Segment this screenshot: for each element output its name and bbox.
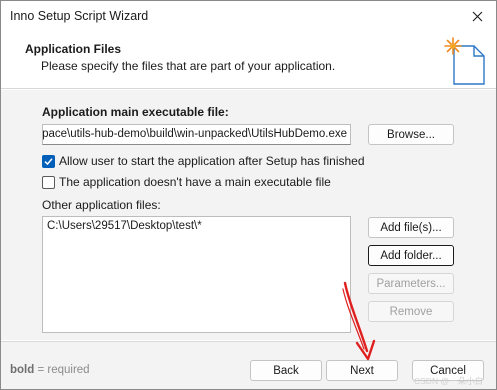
required-legend-bold: bold [10, 364, 35, 376]
window-title: Inno Setup Script Wizard [10, 9, 149, 23]
other-files-label: Other application files: [42, 198, 161, 212]
no-main-exe-checkbox[interactable] [42, 175, 55, 189]
browse-button[interactable]: Browse... [368, 124, 454, 145]
page-subtitle: Please specify the files that are part o… [41, 59, 336, 73]
main-exe-label: Application main executable file: [42, 105, 229, 119]
allow-start-option[interactable]: Allow user to start the application afte… [42, 154, 365, 168]
other-files-list[interactable]: C:\Users\29517\Desktop\test\* [42, 216, 351, 333]
wizard-star-document-icon [444, 37, 485, 85]
page-title: Application Files [25, 42, 122, 56]
no-main-exe-label: The application doesn't have a main exec… [59, 175, 331, 189]
allow-start-label: Allow user to start the application afte… [59, 154, 365, 168]
page-header: Application Files Please specify the fil… [1, 31, 496, 89]
add-folder-button[interactable]: Add folder... [368, 245, 454, 266]
close-icon [472, 11, 482, 21]
close-button[interactable] [466, 5, 488, 27]
wizard-window: Inno Setup Script Wizard Application Fil… [0, 0, 497, 390]
back-button[interactable]: Back [250, 360, 322, 381]
allow-start-checkbox[interactable] [42, 154, 55, 168]
list-item[interactable]: C:\Users\29517\Desktop\test\* [47, 220, 346, 232]
parameters-button[interactable]: Parameters... [368, 273, 454, 294]
required-legend-text: = required [34, 364, 90, 376]
title-bar: Inno Setup Script Wizard [1, 1, 496, 31]
add-files-button[interactable]: Add file(s)... [368, 217, 454, 238]
next-button[interactable]: Next [326, 360, 398, 381]
checkmark-icon [44, 157, 53, 165]
remove-button[interactable]: Remove [368, 301, 454, 322]
main-exe-value: n_space\utils-hub-demo\build\win-unpacke… [42, 128, 347, 140]
required-legend: bold = required [10, 364, 90, 376]
watermark: CSDN @一朵小白 [414, 376, 484, 386]
main-exe-input[interactable]: n_space\utils-hub-demo\build\win-unpacke… [42, 124, 351, 145]
no-main-exe-option[interactable]: The application doesn't have a main exec… [42, 175, 331, 189]
